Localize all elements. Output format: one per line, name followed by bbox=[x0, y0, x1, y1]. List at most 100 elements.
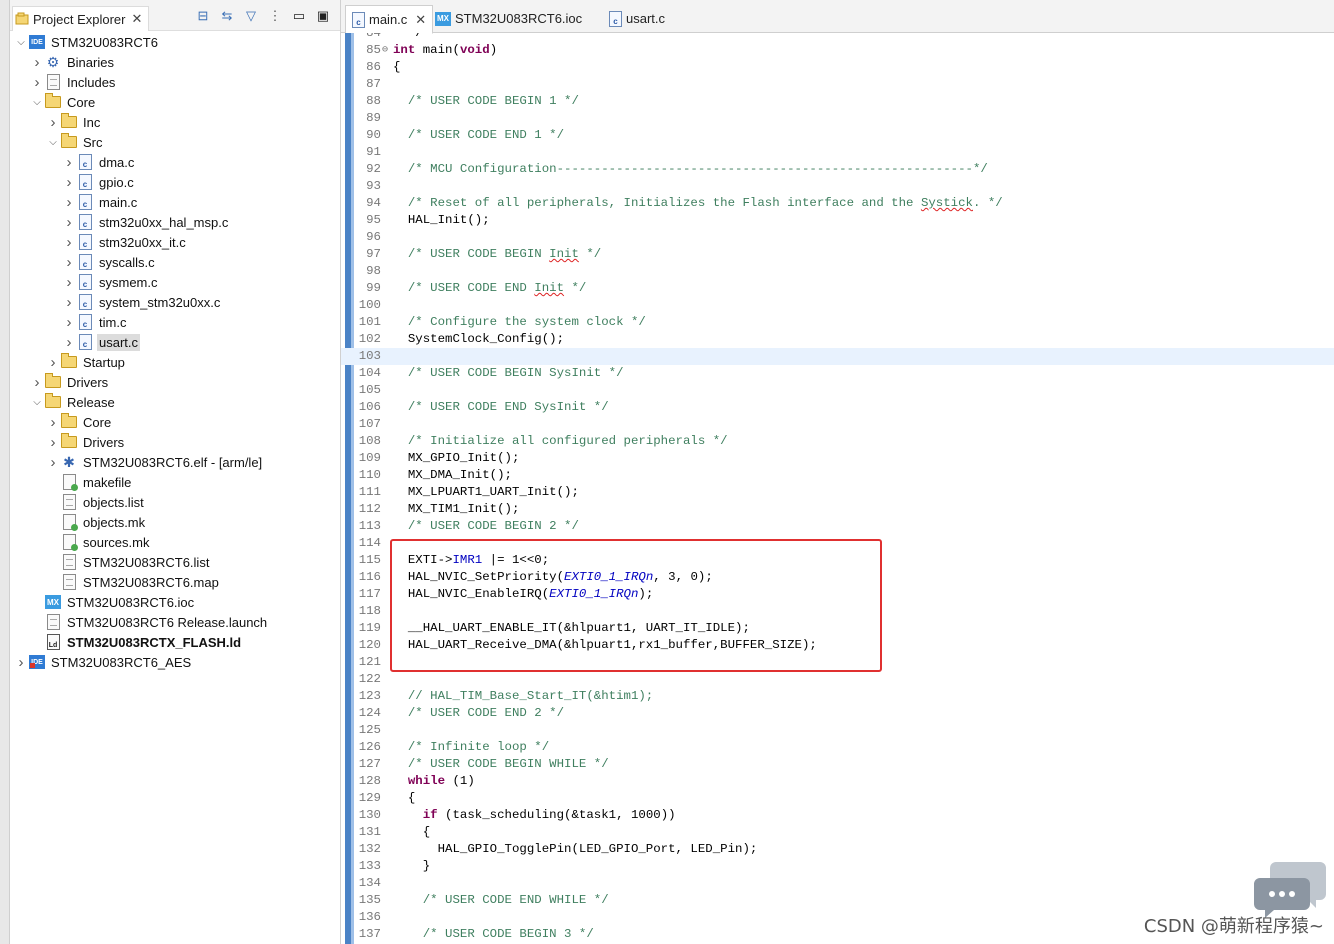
minimize-icon[interactable]: ▭ bbox=[290, 8, 308, 24]
tree-item[interactable]: STM32U083RCT6.map bbox=[10, 572, 340, 592]
tree-item[interactable]: › c tim.c bbox=[10, 312, 340, 332]
chevron-right-icon[interactable]: › bbox=[46, 454, 60, 471]
tree-item[interactable]: › c usart.c bbox=[10, 332, 340, 352]
tree-item[interactable]: › ✱ STM32U083RCT6.elf - [arm/le] bbox=[10, 452, 340, 472]
code-line[interactable]: 106 /* USER CODE END SysInit */ bbox=[341, 399, 1334, 416]
chevron-right-icon[interactable]: › bbox=[62, 334, 76, 351]
close-icon[interactable]: ✕ bbox=[415, 12, 426, 28]
code-line[interactable]: 89 bbox=[341, 110, 1334, 127]
code-line[interactable]: 97 /* USER CODE BEGIN Init */ bbox=[341, 246, 1334, 263]
chevron-down-icon[interactable]: ⌵ bbox=[30, 395, 44, 409]
code-line[interactable]: 107 bbox=[341, 416, 1334, 433]
tree-item[interactable]: MX STM32U083RCT6.ioc bbox=[10, 592, 340, 612]
tree-item[interactable]: objects.mk bbox=[10, 512, 340, 532]
tree-item[interactable]: › c sysmem.c bbox=[10, 272, 340, 292]
code-line[interactable]: 85 ⊖ int main(void) bbox=[341, 42, 1334, 59]
code-line[interactable]: 110 MX_DMA_Init(); bbox=[341, 467, 1334, 484]
chevron-right-icon[interactable]: › bbox=[62, 314, 76, 331]
tree-item[interactable]: › c syscalls.c bbox=[10, 252, 340, 272]
chevron-right-icon[interactable]: › bbox=[46, 434, 60, 451]
editor-tab[interactable]: MX STM32U083RCT6.ioc bbox=[429, 5, 588, 32]
code-line[interactable]: 123 // HAL_TIM_Base_Start_IT(&htim1); bbox=[341, 688, 1334, 705]
code-line[interactable]: 118 bbox=[341, 603, 1334, 620]
project-explorer-tab[interactable]: Project Explorer ✕ bbox=[12, 6, 150, 31]
tree-item[interactable]: ⌵ Core bbox=[10, 92, 340, 112]
code-line[interactable]: 102 SystemClock_Config(); bbox=[341, 331, 1334, 348]
code-line[interactable]: 121 bbox=[341, 654, 1334, 671]
code-line[interactable]: 113 /* USER CODE BEGIN 2 */ bbox=[341, 518, 1334, 535]
code-line[interactable]: 103 bbox=[341, 348, 1334, 365]
code-line[interactable]: 100 bbox=[341, 297, 1334, 314]
code-line[interactable]: 91 bbox=[341, 144, 1334, 161]
chevron-right-icon[interactable]: › bbox=[62, 194, 76, 211]
code-line[interactable]: 130 if (task_scheduling(&task1, 1000)) bbox=[341, 807, 1334, 824]
code-line[interactable]: 88 /* USER CODE BEGIN 1 */ bbox=[341, 93, 1334, 110]
code-line[interactable]: 101 /* Configure the system clock */ bbox=[341, 314, 1334, 331]
chevron-right-icon[interactable]: › bbox=[30, 74, 44, 91]
code-line[interactable]: 114 bbox=[341, 535, 1334, 552]
chevron-right-icon[interactable]: › bbox=[46, 414, 60, 431]
tree-item[interactable]: STM32U083RCT6 Release.launch bbox=[10, 612, 340, 632]
chevron-right-icon[interactable]: › bbox=[14, 654, 28, 671]
tree-item[interactable]: STM32U083RCT6.list bbox=[10, 552, 340, 572]
chevron-right-icon[interactable]: › bbox=[46, 354, 60, 371]
code-line[interactable]: 124 /* USER CODE END 2 */ bbox=[341, 705, 1334, 722]
code-line[interactable]: 112 MX_TIM1_Init(); bbox=[341, 501, 1334, 518]
code-line[interactable]: 135 /* USER CODE END WHILE */ bbox=[341, 892, 1334, 909]
chevron-right-icon[interactable]: › bbox=[62, 234, 76, 251]
chevron-right-icon[interactable]: › bbox=[30, 54, 44, 71]
tree-item[interactable]: › c stm32u0xx_it.c bbox=[10, 232, 340, 252]
tree-item[interactable]: › c stm32u0xx_hal_msp.c bbox=[10, 212, 340, 232]
chevron-right-icon[interactable]: › bbox=[30, 374, 44, 391]
tree-item[interactable]: › Inc bbox=[10, 112, 340, 132]
code-line[interactable]: 93 bbox=[341, 178, 1334, 195]
close-icon[interactable]: ✕ bbox=[131, 11, 142, 27]
code-line[interactable]: 105 bbox=[341, 382, 1334, 399]
code-line[interactable]: 115 EXTI->IMR1 |= 1<<0; bbox=[341, 552, 1334, 569]
code-line[interactable]: 95 HAL_Init(); bbox=[341, 212, 1334, 229]
tree-item[interactable]: objects.list bbox=[10, 492, 340, 512]
code-line[interactable]: 126 /* Infinite loop */ bbox=[341, 739, 1334, 756]
view-menu-icon[interactable]: ⋮ bbox=[266, 8, 284, 24]
code-line[interactable]: 92 /* MCU Configuration-----------------… bbox=[341, 161, 1334, 178]
chevron-right-icon[interactable]: › bbox=[62, 174, 76, 191]
code-line[interactable]: 116 HAL_NVIC_SetPriority(EXTI0_1_IRQn, 3… bbox=[341, 569, 1334, 586]
tree-item[interactable]: › c main.c bbox=[10, 192, 340, 212]
chevron-down-icon[interactable]: ⌵ bbox=[46, 135, 60, 149]
tree-item[interactable]: › Includes bbox=[10, 72, 340, 92]
filter-icon[interactable]: ▽ bbox=[242, 8, 260, 24]
code-line[interactable]: 134 bbox=[341, 875, 1334, 892]
tree-item[interactable]: › IDE STM32U083RCT6_AES bbox=[10, 652, 340, 672]
code-line[interactable]: 109 MX_GPIO_Init(); bbox=[341, 450, 1334, 467]
editor-tab[interactable]: c usart.c bbox=[603, 5, 671, 32]
code-line[interactable]: 117 HAL_NVIC_EnableIRQ(EXTI0_1_IRQn); bbox=[341, 586, 1334, 603]
code-line[interactable]: 129 { bbox=[341, 790, 1334, 807]
code-line[interactable]: 125 bbox=[341, 722, 1334, 739]
collapse-all-icon[interactable]: ⊟ bbox=[194, 8, 212, 24]
code-line[interactable]: 108 /* Initialize all configured periphe… bbox=[341, 433, 1334, 450]
code-line[interactable]: 87 bbox=[341, 76, 1334, 93]
tree-item[interactable]: › c system_stm32u0xx.c bbox=[10, 292, 340, 312]
chevron-down-icon[interactable]: ⌵ bbox=[14, 35, 28, 49]
tree-item[interactable]: Ld STM32U083RCTX_FLASH.ld bbox=[10, 632, 340, 652]
code-line[interactable]: 122 bbox=[341, 671, 1334, 688]
code-line[interactable]: 99 /* USER CODE END Init */ bbox=[341, 280, 1334, 297]
chevron-right-icon[interactable]: › bbox=[62, 294, 76, 311]
code-line[interactable]: 120 HAL_UART_Receive_DMA(&hlpuart1,rx1_b… bbox=[341, 637, 1334, 654]
code-line[interactable]: 86 { bbox=[341, 59, 1334, 76]
code-line[interactable]: 90 /* USER CODE END 1 */ bbox=[341, 127, 1334, 144]
chevron-right-icon[interactable]: › bbox=[62, 254, 76, 271]
chevron-right-icon[interactable]: › bbox=[62, 154, 76, 171]
tree-item[interactable]: › Drivers bbox=[10, 372, 340, 392]
code-line[interactable]: 133 } bbox=[341, 858, 1334, 875]
code-line[interactable]: 84 */ bbox=[341, 33, 1334, 42]
tree-item[interactable]: › ⚙ Binaries bbox=[10, 52, 340, 72]
chevron-down-icon[interactable]: ⌵ bbox=[30, 95, 44, 109]
code-line[interactable]: 119 __HAL_UART_ENABLE_IT(&hlpuart1, UART… bbox=[341, 620, 1334, 637]
tree-item[interactable]: › c dma.c bbox=[10, 152, 340, 172]
tree-item[interactable]: ⌵ Release bbox=[10, 392, 340, 412]
maximize-icon[interactable]: ▣ bbox=[314, 8, 332, 24]
code-line[interactable]: 128 while (1) bbox=[341, 773, 1334, 790]
code-line[interactable]: 131 { bbox=[341, 824, 1334, 841]
chevron-right-icon[interactable]: › bbox=[46, 114, 60, 131]
